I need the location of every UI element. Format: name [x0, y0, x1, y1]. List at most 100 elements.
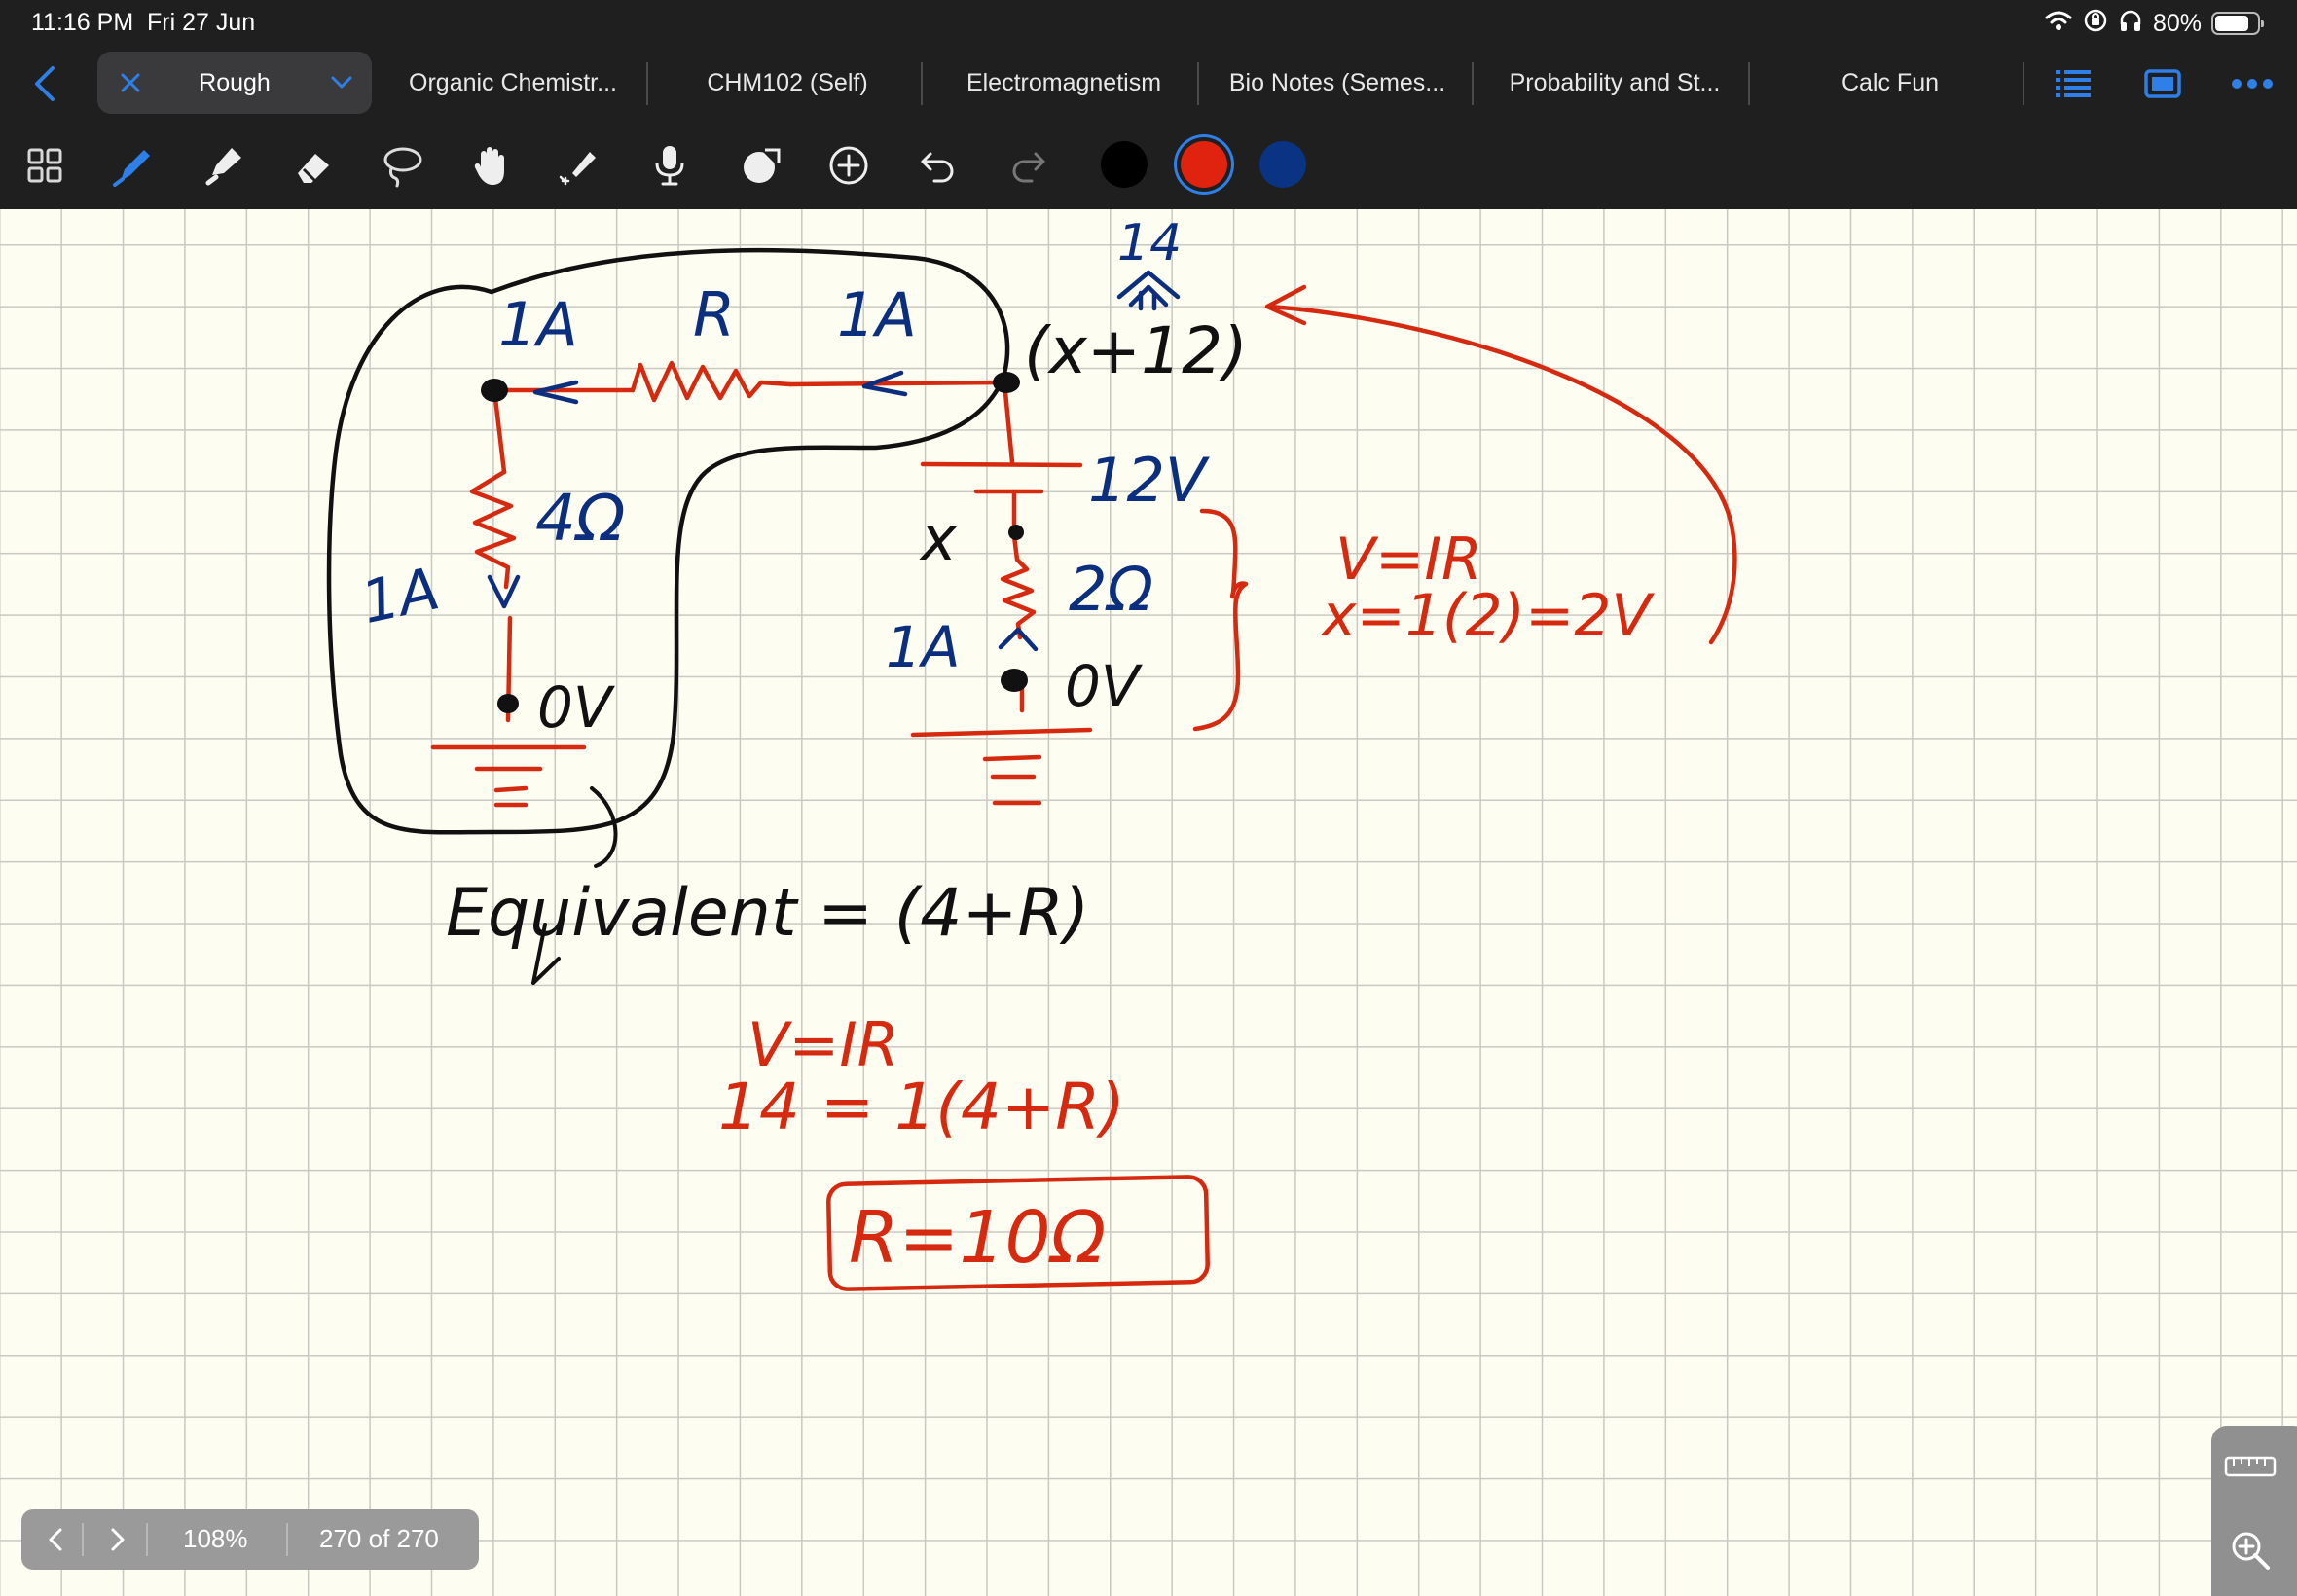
outline-list-icon: [2056, 70, 2091, 97]
top-wire-right: [787, 380, 1007, 387]
eraser-icon: [298, 154, 329, 183]
page-view-button[interactable]: [2139, 60, 2186, 107]
chevron-right-icon: [111, 1528, 125, 1551]
page-navigator: 108% 270 of 270: [21, 1509, 479, 1570]
highlighter-tool[interactable]: [199, 140, 249, 191]
tab-divider: [646, 62, 648, 105]
more-button[interactable]: [2229, 60, 2276, 107]
label-x-calculation: x=1(2)=2V: [1320, 582, 1655, 650]
label-answer: R=10Ω: [849, 1196, 1106, 1280]
zoom-level[interactable]: 108%: [183, 1524, 248, 1554]
lasso-icon: [383, 147, 422, 188]
pen-tool[interactable]: [109, 140, 160, 191]
next-page-button[interactable]: [101, 1522, 134, 1557]
zoom-icon: [2232, 1532, 2270, 1570]
nav-divider: [82, 1523, 84, 1556]
laser-pointer-tool[interactable]: [555, 140, 605, 191]
nav-divider: [146, 1523, 148, 1556]
side-widget: [2211, 1426, 2297, 1596]
chevron-down-icon: [331, 76, 352, 89]
redo-button[interactable]: [1003, 140, 1053, 191]
microphone-icon: [655, 146, 684, 186]
orientation-lock-icon: [2083, 8, 2108, 40]
tab-divider: [2023, 62, 2024, 105]
tab-bar: Rough Organic Chemistr... CHM102 (Self) …: [0, 47, 2297, 123]
color-swatch-red[interactable]: [1181, 141, 1227, 188]
label-x: x: [919, 503, 958, 574]
tab-divider: [1472, 62, 1474, 105]
label-battery-voltage: 12V: [1088, 445, 1211, 516]
hand-icon: [474, 147, 504, 185]
current-arrow-down: [487, 574, 521, 609]
current-arrow-up: [998, 627, 1039, 652]
back-button[interactable]: [21, 60, 68, 107]
add-button[interactable]: [823, 140, 874, 191]
tab-rough[interactable]: Rough: [97, 52, 372, 114]
add-icon: [829, 146, 868, 185]
tool-bar: [0, 123, 2297, 209]
status-time: 11:16 PM: [31, 9, 134, 36]
label-current-top-right: 1A: [837, 279, 917, 350]
headphones-icon: [2118, 8, 2143, 40]
battery-icon: [2211, 12, 2264, 35]
tab-divider: [1748, 62, 1750, 105]
tab-bio-notes[interactable]: Bio Notes (Semes...: [1205, 69, 1470, 97]
tab-probability[interactable]: Probability and St...: [1479, 69, 1750, 97]
page-indicator[interactable]: 270 of 270: [319, 1524, 439, 1554]
tab-chm102[interactable]: CHM102 (Self): [654, 69, 921, 97]
microphone-button[interactable]: [644, 140, 695, 191]
handwriting-layer: 1A R 1A 14 (x+12) 4Ω 1A 0V 12V x 2Ω 1A 0…: [326, 214, 1737, 1291]
label-zero-v-left: 0V: [537, 674, 616, 741]
shapes-tool[interactable]: [734, 140, 784, 191]
status-bar: 11:16 PM Fri 27 Jun 80%: [0, 0, 2297, 47]
thumbnails-button[interactable]: [19, 140, 70, 191]
previous-page-button[interactable]: [39, 1522, 72, 1557]
undo-button[interactable]: [913, 140, 964, 191]
redo-icon: [1012, 152, 1045, 183]
label-current-top: 1A: [498, 289, 578, 360]
hand-tool[interactable]: [465, 140, 516, 191]
right-wire-top: [1002, 380, 1015, 465]
lasso-tool[interactable]: [378, 140, 428, 191]
tab-menu-button[interactable]: [327, 67, 356, 96]
note-canvas[interactable]: 1A R 1A 14 (x+12) 4Ω 1A 0V 12V x 2Ω 1A 0…: [0, 209, 2297, 1596]
color-swatch-blue[interactable]: [1259, 141, 1306, 188]
label-current-left: 1A: [355, 555, 445, 637]
outline-button[interactable]: [2050, 60, 2096, 107]
resistor-r-zigzag: [630, 360, 793, 403]
laser-pointer-icon: [559, 149, 597, 186]
color-swatch-black[interactable]: [1101, 141, 1148, 188]
back-chevron-icon: [35, 66, 55, 101]
chevron-left-icon: [49, 1528, 62, 1551]
pen-icon: [113, 150, 150, 187]
nav-divider: [286, 1523, 288, 1556]
tab-calc-fun[interactable]: Calc Fun: [1756, 69, 2024, 97]
ground-right: [910, 727, 1093, 806]
ground-left: [430, 744, 587, 808]
label-fourteen: 14: [1117, 214, 1182, 272]
battery-12v: [920, 461, 1083, 494]
label-zero-v-right: 0V: [1065, 653, 1144, 719]
shapes-icon: [744, 148, 781, 183]
tab-divider: [1197, 62, 1199, 105]
undo-icon: [921, 152, 954, 183]
ruler-icon: [2224, 1456, 2277, 1477]
left-wire-top: [492, 387, 507, 475]
more-icon: [2232, 79, 2273, 89]
tab-organic-chemistry[interactable]: Organic Chemistr...: [387, 69, 638, 97]
arrow-head: [1264, 284, 1307, 326]
resistor-4ohm-zigzag: [469, 469, 517, 590]
label-calculation-bottom: 14 = 1(4+R): [718, 1070, 1125, 1144]
thumbnails-icon: [27, 148, 62, 183]
equals-arrow-up: [1116, 270, 1181, 311]
tab-divider: [921, 62, 923, 105]
label-node-expression: (x+12): [1024, 313, 1248, 388]
status-date: Fri 27 Jun: [147, 9, 256, 36]
eraser-tool[interactable]: [288, 140, 339, 191]
zoom-button[interactable]: [2219, 1519, 2281, 1581]
label-resistor-r: R: [693, 279, 735, 350]
resistor-2ohm-zigzag: [1000, 533, 1037, 640]
tab-electromagnetism[interactable]: Electromagnetism: [929, 69, 1199, 97]
ruler-button[interactable]: [2219, 1435, 2281, 1498]
battery-percent: 80%: [2152, 9, 2202, 37]
